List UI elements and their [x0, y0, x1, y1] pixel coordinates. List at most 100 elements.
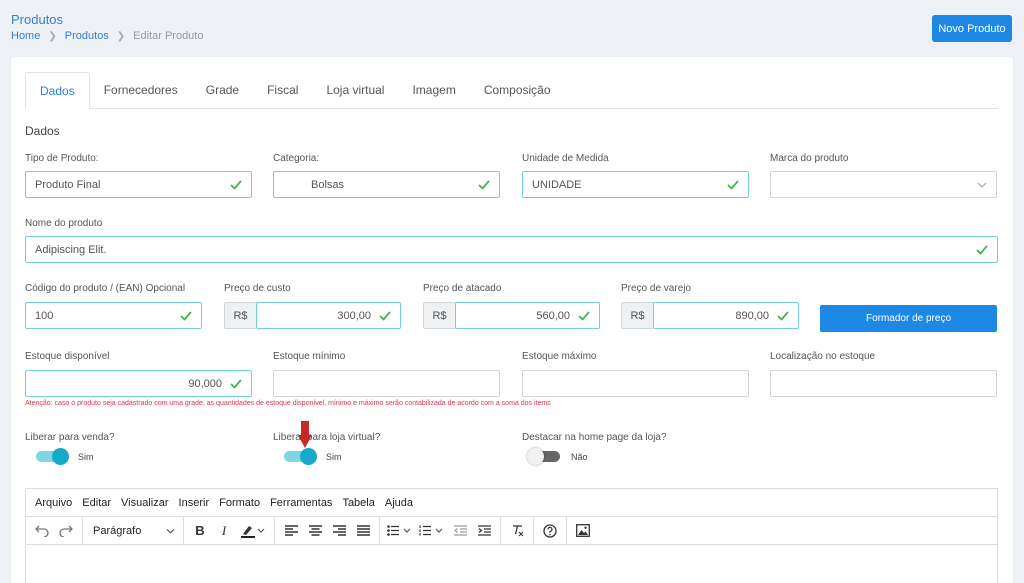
estoque-disp-value: 90,000	[188, 377, 222, 390]
tab-fiscal[interactable]: Fiscal	[253, 72, 312, 109]
paragraph-format-value: Parágrafo	[93, 524, 142, 537]
product-form-card: Dados Fornecedores Grade Fiscal Loja vir…	[11, 57, 1013, 583]
atacado-label: Preço de atacado	[423, 283, 502, 294]
categoria-label: Categoria:	[273, 153, 320, 164]
atacado-input[interactable]: 560,00	[455, 302, 600, 329]
loja-toggle[interactable]: Sim	[284, 448, 342, 465]
menu-tabela[interactable]: Tabela	[342, 497, 374, 509]
arrow-down-icon	[298, 421, 312, 448]
destacar-toggle[interactable]: Não	[527, 448, 588, 465]
bold-icon[interactable]: B	[188, 519, 212, 543]
varejo-input[interactable]: 890,00	[653, 302, 799, 329]
venda-state: Sim	[78, 451, 94, 462]
toggle-switch[interactable]	[36, 448, 69, 465]
tipo-label: Tipo de Produto:	[25, 153, 99, 164]
categoria-value: Bolsas	[311, 178, 345, 191]
unidade-value: UNIDADE	[532, 178, 582, 191]
align-justify-icon[interactable]	[351, 519, 375, 543]
tab-dados[interactable]: Dados	[25, 72, 90, 109]
codigo-label: Código do produto / (EAN) Opcional	[25, 283, 186, 294]
marca-select[interactable]	[770, 171, 997, 198]
chevron-down-icon	[977, 182, 987, 188]
codigo-value: 100	[35, 309, 54, 322]
loja-label: Liberar para loja virtual?	[273, 432, 381, 443]
help-icon[interactable]	[538, 519, 562, 543]
italic-icon[interactable]: I	[212, 519, 236, 543]
image-icon[interactable]	[571, 519, 595, 543]
check-icon	[777, 310, 789, 322]
estoque-min-input[interactable]	[273, 370, 500, 397]
estoque-disp-label: Estoque disponível	[25, 351, 110, 362]
align-right-icon[interactable]	[327, 519, 351, 543]
menu-inserir[interactable]: Inserir	[179, 497, 210, 509]
loja-state: Sim	[326, 451, 342, 462]
new-product-button[interactable]: Novo Produto	[932, 15, 1012, 42]
marca-label: Marca do produto	[770, 153, 849, 164]
custo-input[interactable]: 300,00	[256, 302, 401, 329]
check-icon	[976, 244, 988, 256]
estoque-disp-input[interactable]: 90,000	[25, 370, 252, 397]
unidade-select[interactable]: UNIDADE	[522, 171, 749, 198]
tipo-select[interactable]: Produto Final	[25, 171, 252, 198]
breadcrumb: Home ❯ Produtos ❯ Editar Produto	[11, 30, 203, 42]
clear-formatting-icon[interactable]	[505, 519, 529, 543]
check-icon	[478, 179, 490, 191]
rich-text-editor: Arquivo Editar Visualizar Inserir Format…	[25, 488, 998, 583]
page-title: Produtos	[11, 12, 64, 27]
toggle-switch[interactable]	[284, 448, 317, 465]
highlight-color-icon[interactable]	[236, 519, 270, 543]
menu-ajuda[interactable]: Ajuda	[385, 497, 413, 509]
bullet-list-icon[interactable]	[384, 519, 416, 543]
indent-icon[interactable]	[472, 519, 496, 543]
check-icon	[230, 179, 242, 191]
codigo-input[interactable]: 100	[25, 302, 202, 329]
editor-menubar: Arquivo Editar Visualizar Inserir Format…	[26, 489, 997, 517]
tab-fornecedores[interactable]: Fornecedores	[90, 72, 192, 109]
venda-label: Liberar para venda?	[25, 432, 115, 443]
menu-ferramentas[interactable]: Ferramentas	[270, 497, 332, 509]
tab-grade[interactable]: Grade	[192, 72, 253, 109]
menu-arquivo[interactable]: Arquivo	[35, 497, 72, 509]
paragraph-format-select[interactable]: Parágrafo	[87, 525, 179, 537]
nome-value: Adipiscing Elit.	[35, 243, 107, 256]
custo-value: 300,00	[337, 309, 371, 322]
venda-toggle[interactable]: Sim	[36, 448, 94, 465]
localizacao-input[interactable]	[770, 370, 997, 397]
align-center-icon[interactable]	[303, 519, 327, 543]
price-builder-button[interactable]: Formador de preço	[820, 305, 997, 332]
chevron-right-icon: ❯	[116, 30, 126, 42]
check-icon	[379, 310, 391, 322]
tab-loja-virtual[interactable]: Loja virtual	[312, 72, 398, 109]
custo-label: Preço de custo	[224, 283, 291, 294]
check-icon	[180, 310, 192, 322]
varejo-value: 890,00	[735, 309, 769, 322]
check-icon	[230, 378, 242, 390]
estoque-min-label: Estoque mínimo	[273, 351, 346, 362]
menu-visualizar[interactable]: Visualizar	[121, 497, 169, 509]
tipo-value: Produto Final	[35, 178, 101, 191]
unidade-label: Unidade de Medida	[522, 153, 609, 164]
tab-composicao[interactable]: Composição	[470, 72, 565, 109]
breadcrumb-home[interactable]: Home	[11, 30, 40, 42]
undo-icon[interactable]	[30, 519, 54, 543]
menu-formato[interactable]: Formato	[219, 497, 260, 509]
varejo-label: Preço de varejo	[621, 283, 692, 294]
outdent-icon[interactable]	[448, 519, 472, 543]
section-title: Dados	[25, 124, 60, 138]
estoque-max-input[interactable]	[522, 370, 749, 397]
check-icon	[727, 179, 739, 191]
breadcrumb-produtos[interactable]: Produtos	[65, 30, 109, 42]
destacar-label: Destacar na home page da loja?	[522, 432, 667, 443]
editor-toolbar: Parágrafo B I	[26, 516, 997, 545]
toggle-switch[interactable]	[527, 448, 560, 465]
nome-input[interactable]: Adipiscing Elit.	[25, 236, 998, 263]
estoque-max-label: Estoque máximo	[522, 351, 597, 362]
categoria-select[interactable]: Bolsas	[273, 171, 500, 198]
numbered-list-icon[interactable]	[416, 519, 448, 543]
align-left-icon[interactable]	[279, 519, 303, 543]
redo-icon[interactable]	[54, 519, 78, 543]
chevron-right-icon: ❯	[48, 30, 57, 42]
menu-editar[interactable]: Editar	[82, 497, 111, 509]
tab-imagem[interactable]: Imagem	[398, 72, 469, 109]
varejo-currency-prefix: R$	[621, 302, 653, 329]
